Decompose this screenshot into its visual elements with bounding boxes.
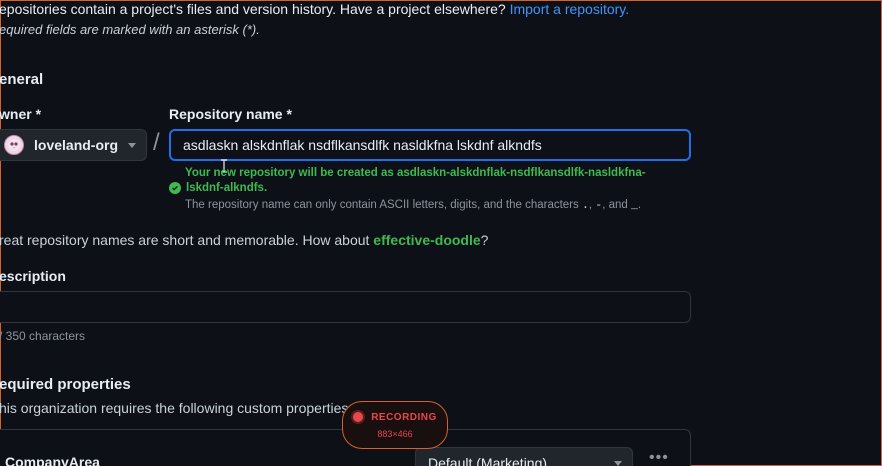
description-input[interactable] <box>0 291 691 323</box>
property-value-select[interactable]: Default (Marketing) <box>415 447 633 466</box>
description-label: escription <box>0 268 66 284</box>
chevron-down-icon <box>128 142 137 148</box>
hint-char-underscore: _ <box>630 199 638 212</box>
recording-dimensions: 883×466 <box>377 428 413 439</box>
owl-icon <box>8 139 20 151</box>
owner-value: loveland-org <box>34 137 119 153</box>
repo-name-hint: The repository name can only contain ASC… <box>185 199 641 212</box>
more-options-icon[interactable]: ••• <box>649 449 669 466</box>
suggestion-end: ? <box>480 232 489 248</box>
repo-success-message-cont: lskdnf-alkndfs. <box>169 182 267 194</box>
name-suggestion: reat repository names are short and memo… <box>0 232 488 248</box>
owner-repo-separator: / <box>153 129 160 156</box>
hint-text: The repository name can only contain ASC… <box>185 199 579 211</box>
intro-sentence: epositories contain a project's files an… <box>0 1 506 17</box>
general-heading: eneral <box>0 71 44 88</box>
repo-success-slug-end: lskdnf-alkndfs. <box>186 182 268 194</box>
check-circle-icon <box>169 182 181 194</box>
chevron-down-icon <box>614 460 622 466</box>
import-repository-link[interactable]: Import a repository. <box>510 1 630 17</box>
intro-text: epositories contain a project's files an… <box>0 1 629 17</box>
avatar <box>4 135 24 155</box>
repo-name-input[interactable] <box>169 129 691 161</box>
description-char-count: / 350 characters <box>0 329 86 343</box>
required-properties-heading: equired properties <box>0 376 131 393</box>
hint-char-dot: . <box>581 199 589 212</box>
owner-dropdown[interactable]: loveland-org <box>0 129 147 161</box>
suggested-name-link[interactable]: effective-doodle <box>373 232 480 248</box>
required-note: equired fields are marked with an asteri… <box>0 22 260 37</box>
recording-indicator[interactable]: RECORDING 883×466 <box>342 401 448 449</box>
repo-success-message: Your new repository will be created as a… <box>185 167 646 179</box>
hint-sep: , and <box>602 199 628 211</box>
record-dot-icon <box>353 412 364 422</box>
suggestion-text: reat repository names are short and memo… <box>0 232 370 248</box>
property-name: CompanyArea <box>5 454 100 466</box>
recording-label: RECORDING <box>371 411 437 423</box>
required-properties-note: his organization requires the following … <box>0 400 349 416</box>
repo-name-label: Repository name * <box>169 106 292 122</box>
hint-sep: , <box>588 199 593 211</box>
hint-end: . <box>637 199 642 211</box>
property-value: Default (Marketing) <box>428 455 548 466</box>
owner-label: wner * <box>0 106 42 122</box>
